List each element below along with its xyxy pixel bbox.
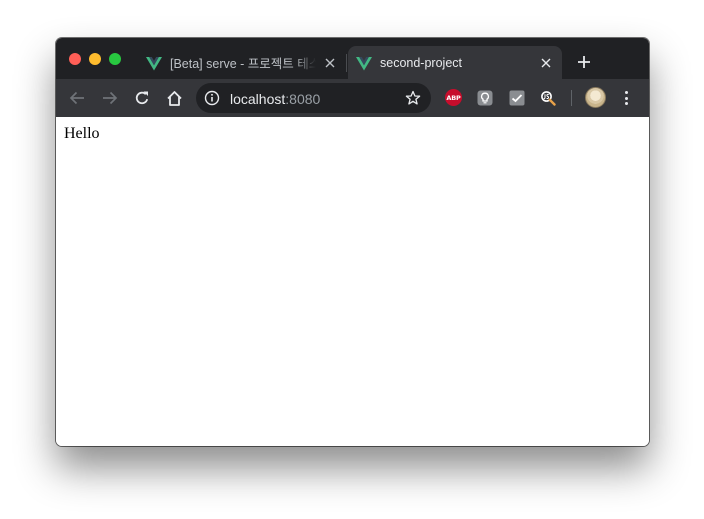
tab-second-project[interactable]: second-project xyxy=(348,46,562,79)
tab-strip: [Beta] serve - 프로젝트 테스트 second-project xyxy=(56,38,649,79)
page-content: Hello xyxy=(56,117,649,446)
js-magnifier-extension-icon[interactable] xyxy=(540,90,556,106)
more-options-button[interactable] xyxy=(618,88,634,108)
url-text: localhost:8080 xyxy=(230,91,320,107)
info-icon[interactable] xyxy=(204,90,220,106)
adblock-extension-icon[interactable]: ABP xyxy=(445,89,462,106)
tab-serve-project[interactable]: [Beta] serve - 프로젝트 테스트 xyxy=(138,46,346,79)
profile-avatar[interactable] xyxy=(585,87,606,108)
tab-divider xyxy=(346,54,347,72)
new-tab-button[interactable] xyxy=(574,52,594,72)
url-host: localhost xyxy=(230,91,286,107)
tab-title: second-project xyxy=(380,55,462,70)
close-tab-icon[interactable] xyxy=(538,55,554,71)
close-tab-icon[interactable] xyxy=(322,55,338,71)
back-button[interactable] xyxy=(67,88,87,108)
toolbar: localhost:8080 ABP xyxy=(56,79,649,117)
window-maximize-button[interactable] xyxy=(109,53,121,65)
browser-window: [Beta] serve - 프로젝트 테스트 second-project l… xyxy=(56,38,649,446)
vue-logo-icon xyxy=(146,56,162,70)
toolbar-divider xyxy=(571,90,572,106)
home-button[interactable] xyxy=(164,88,184,108)
bookmark-star-icon[interactable] xyxy=(405,90,421,106)
reload-button[interactable] xyxy=(132,88,152,108)
vue-logo-icon xyxy=(356,56,372,70)
page-text: Hello xyxy=(64,125,100,142)
lightbulb-extension-icon[interactable] xyxy=(477,90,493,106)
url-port: :8080 xyxy=(285,91,321,107)
address-bar[interactable]: localhost:8080 xyxy=(196,83,431,113)
window-close-button[interactable] xyxy=(69,53,81,65)
window-minimize-button[interactable] xyxy=(89,53,101,65)
tab-title: [Beta] serve - 프로젝트 테스트 xyxy=(170,57,316,71)
forward-button[interactable] xyxy=(100,88,120,108)
checkmark-extension-icon[interactable] xyxy=(509,90,525,106)
